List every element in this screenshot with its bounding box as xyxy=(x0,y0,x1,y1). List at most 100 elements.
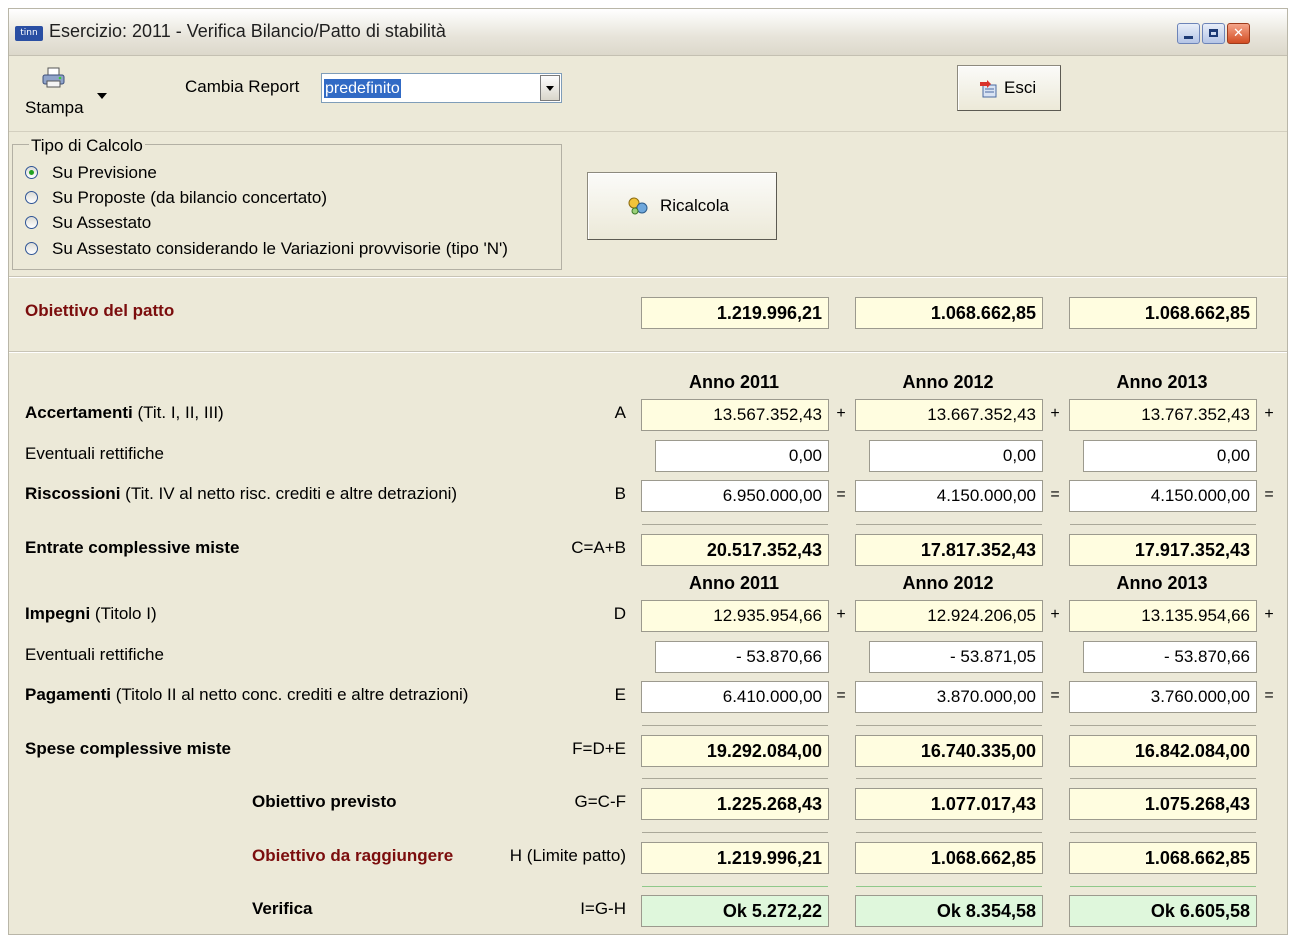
pagamenti-label: Pagamenti (Titolo II al netto conc. cred… xyxy=(25,685,468,705)
rettifiche-entrate-2013-input[interactable]: 0,00 xyxy=(1083,440,1257,472)
obiettivo-previsto-2011: 1.225.268,43 xyxy=(641,788,829,820)
obiettivo-patto-2013: 1.068.662,85 xyxy=(1069,297,1257,329)
pagamenti-2013-input[interactable]: 3.760.000,00 xyxy=(1069,681,1257,713)
entrate-totale-2011: 20.517.352,43 xyxy=(641,534,829,566)
print-label[interactable]: Stampa xyxy=(25,98,84,118)
minimize-button[interactable] xyxy=(1177,23,1200,44)
riscossioni-title: Riscossioni xyxy=(25,484,121,503)
ricalcola-button[interactable]: Ricalcola xyxy=(587,172,777,240)
sum-line xyxy=(1070,524,1256,525)
sum-line xyxy=(856,778,1042,779)
close-button[interactable]: ✕ xyxy=(1227,23,1250,44)
obiettivo-previsto-label: Obiettivo previsto xyxy=(252,792,397,811)
esci-button[interactable]: Esci xyxy=(957,65,1061,111)
formula-e: E xyxy=(614,685,626,704)
rettifiche-entrate-2011-input[interactable]: 0,00 xyxy=(655,440,829,472)
rettifiche-spese-2013-input[interactable]: - 53.870,66 xyxy=(1083,641,1257,673)
obiettivo-raggiungere-2012: 1.068.662,85 xyxy=(855,842,1043,874)
maximize-icon xyxy=(1209,29,1218,37)
pagamenti-2012-input[interactable]: 3.870.000,00 xyxy=(855,681,1043,713)
verifica-2013: Ok 6.605,58 xyxy=(1069,895,1257,927)
report-select[interactable]: predefinito xyxy=(321,73,562,103)
app-icon: tinn xyxy=(15,26,43,41)
impegni-2013: 13.135.954,66 xyxy=(1069,600,1257,632)
radio-icon[interactable] xyxy=(25,191,38,204)
year-header-2012: Anno 2012 xyxy=(902,573,994,593)
verifica-2012: Ok 8.354,58 xyxy=(855,895,1043,927)
sum-line xyxy=(856,524,1042,525)
spese-totale-2012: 16.740.335,00 xyxy=(855,735,1043,767)
radio-icon[interactable] xyxy=(25,216,38,229)
year-header-2011: Anno 2011 xyxy=(688,372,780,392)
equals-op: = xyxy=(836,687,846,704)
year-header-2012: Anno 2012 xyxy=(902,372,994,392)
sum-line xyxy=(642,886,828,887)
impegni-detail: (Titolo I) xyxy=(94,604,157,623)
app-window: tinn Esercizio: 2011 - Verifica Bilancio… xyxy=(8,8,1288,935)
sum-line xyxy=(1070,725,1256,726)
esci-label: Esci xyxy=(1004,78,1037,97)
ricalcola-label: Ricalcola xyxy=(660,196,729,215)
impegni-2012: 12.924.206,05 xyxy=(855,600,1043,632)
recalc-icon xyxy=(628,197,648,215)
radio-selected-icon[interactable] xyxy=(25,166,38,179)
riscossioni-label: Riscossioni (Tit. IV al netto risc. cred… xyxy=(25,484,457,504)
rettifiche-spese-2012-input[interactable]: - 53.871,05 xyxy=(869,641,1043,673)
rettifiche-entrate-2012-input[interactable]: 0,00 xyxy=(869,440,1043,472)
sum-line xyxy=(856,832,1042,833)
impegni-2011: 12.935.954,66 xyxy=(641,600,829,632)
riscossioni-2013-input[interactable]: 4.150.000,00 xyxy=(1069,480,1257,512)
formula-f: F=D+E xyxy=(572,739,626,758)
sum-line xyxy=(856,886,1042,887)
plus-op: + xyxy=(1264,405,1274,422)
obiettivo-raggiungere-2013: 1.068.662,85 xyxy=(1069,842,1257,874)
obiettivo-previsto-2013: 1.075.268,43 xyxy=(1069,788,1257,820)
accertamenti-2011: 13.567.352,43 xyxy=(641,399,829,431)
sum-line xyxy=(642,524,828,525)
cambia-report-label: Cambia Report xyxy=(185,77,300,96)
separator xyxy=(9,276,1287,278)
accertamenti-title: Accertamenti xyxy=(25,403,133,422)
separator xyxy=(9,351,1287,353)
accertamenti-detail: (Tit. I, II, III) xyxy=(137,403,224,422)
equals-op: = xyxy=(1050,486,1060,503)
year-header-2011: Anno 2011 xyxy=(688,573,780,593)
riscossioni-2012-input[interactable]: 4.150.000,00 xyxy=(855,480,1043,512)
entrate-totale-label: Entrate complessive miste xyxy=(25,538,240,557)
sum-line xyxy=(642,778,828,779)
equals-op: = xyxy=(1264,687,1274,704)
sum-line xyxy=(642,832,828,833)
printer-icon[interactable] xyxy=(41,67,67,89)
rettifiche-entrate-label: Eventuali rettifiche xyxy=(25,444,164,463)
obiettivo-patto-2012: 1.068.662,85 xyxy=(855,297,1043,329)
radio-label: Su Previsione xyxy=(52,163,157,182)
print-dropdown-arrow-icon[interactable] xyxy=(97,93,107,99)
radio-icon[interactable] xyxy=(25,242,38,255)
equals-op: = xyxy=(1264,486,1274,503)
obiettivo-patto-2011: 1.219.996,21 xyxy=(641,297,829,329)
spese-totale-label: Spese complessive miste xyxy=(25,739,232,758)
formula-b: B xyxy=(614,484,626,503)
accertamenti-label: Accertamenti (Tit. I, II, III) xyxy=(25,403,224,423)
spese-totale-2011: 19.292.084,00 xyxy=(641,735,829,767)
maximize-button[interactable] xyxy=(1202,23,1225,44)
obiettivo-patto-label: Obiettivo del patto xyxy=(25,301,175,320)
radio-label: Su Proposte (da bilancio concertato) xyxy=(52,188,327,207)
radio-label: Su Assestato considerando le Variazioni … xyxy=(52,239,508,258)
radio-label: Su Assestato xyxy=(52,213,152,232)
riscossioni-2011-input[interactable]: 6.950.000,00 xyxy=(641,480,829,512)
rettifiche-spese-2011-input[interactable]: - 53.870,66 xyxy=(655,641,829,673)
formula-i: I=G-H xyxy=(580,899,626,918)
plus-op: + xyxy=(1264,606,1274,623)
year-header-2013: Anno 2013 xyxy=(1116,372,1208,392)
accertamenti-2013: 13.767.352,43 xyxy=(1069,399,1257,431)
title-bar[interactable]: tinn Esercizio: 2011 - Verifica Bilancio… xyxy=(9,9,1287,56)
rettifiche-spese-label: Eventuali rettifiche xyxy=(25,645,164,664)
report-select-dropdown-button[interactable] xyxy=(540,75,560,101)
close-icon: ✕ xyxy=(1233,26,1244,41)
pagamenti-2011-input[interactable]: 6.410.000,00 xyxy=(641,681,829,713)
verifica-label: Verifica xyxy=(252,899,313,918)
sum-line xyxy=(1070,886,1256,887)
verifica-2011: Ok 5.272,22 xyxy=(641,895,829,927)
pagamenti-detail: (Titolo II al netto conc. crediti e altr… xyxy=(115,685,469,704)
